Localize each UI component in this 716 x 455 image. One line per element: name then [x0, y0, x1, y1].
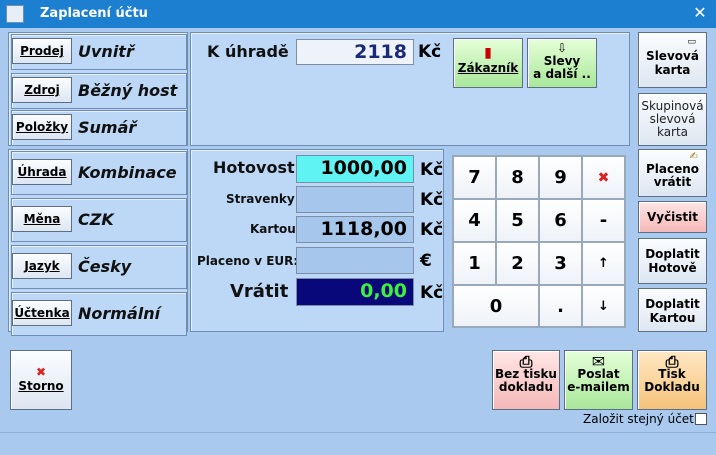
- left-button-0[interactable]: Prodej: [12, 38, 72, 64]
- minus-key[interactable]: -: [582, 199, 625, 242]
- send-email-button[interactable]: ✉ Poslat e-mailem: [564, 350, 633, 410]
- cash-label: Hotovost: [213, 158, 295, 177]
- to-pay-label: K úhradě: [207, 42, 289, 61]
- key-9[interactable]: 9: [539, 156, 582, 199]
- status-divider: [0, 432, 716, 433]
- card-currency: Kč: [420, 220, 444, 240]
- arrow-down-icon: ⇩: [556, 41, 568, 55]
- meal-voucher-label: Stravenky: [226, 192, 295, 206]
- card-field[interactable]: 1118,00: [296, 216, 414, 243]
- customer-icon: ▮: [484, 45, 492, 61]
- eur-label: Placeno v EUR:: [197, 254, 299, 268]
- clear-button[interactable]: Vyčistit: [638, 201, 707, 233]
- down-arrow-key[interactable]: ↓: [582, 285, 625, 327]
- close-icon[interactable]: ✕: [690, 3, 710, 22]
- pay-remaining-card-button[interactable]: Doplatit Kartou: [638, 288, 707, 332]
- return-field: 0,00: [296, 278, 414, 306]
- same-account-checkbox[interactable]: [695, 413, 707, 425]
- customer-button[interactable]: ▮ Zákazník: [453, 38, 523, 88]
- left-value-0: Uvnitř: [78, 42, 134, 61]
- left-value-5: Česky: [78, 257, 132, 276]
- left-button-3[interactable]: Úhrada: [12, 159, 72, 185]
- x-icon: ✖: [597, 169, 610, 186]
- title-bar: Zaplacení účtu ✕: [0, 0, 716, 28]
- left-value-3: Kombinace: [78, 163, 177, 182]
- key-7[interactable]: 7: [453, 156, 496, 199]
- x-icon: ✖: [35, 365, 47, 379]
- same-account-label: Založit stejný účet: [583, 412, 694, 426]
- to-pay-field: 2118: [296, 39, 414, 65]
- delete-key[interactable]: ✖: [582, 156, 625, 199]
- left-value-1: Běžný host: [78, 81, 178, 100]
- left-button-6[interactable]: Účtenka: [12, 300, 72, 326]
- key-5[interactable]: 5: [496, 199, 539, 242]
- decimal-key[interactable]: .: [539, 285, 582, 327]
- card-icon: ▭: [687, 37, 696, 47]
- left-button-1[interactable]: Zdroj: [12, 77, 72, 103]
- pay-remaining-cash-button[interactable]: Doplatit Hotově: [638, 238, 707, 284]
- print-receipt-button[interactable]: ⎙ Tisk Dokladu: [637, 350, 707, 410]
- discounts-button[interactable]: ⇩ Slevy a další ..: [527, 38, 597, 88]
- key-6[interactable]: 6: [539, 199, 582, 242]
- euro-symbol: €: [420, 251, 432, 271]
- paid-back-button[interactable]: ✍ Placeno vrátit: [638, 149, 707, 197]
- up-arrow-key[interactable]: ↑: [582, 242, 625, 285]
- meal-currency: Kč: [420, 190, 444, 210]
- storno-button[interactable]: ✖ Storno: [10, 350, 72, 410]
- card-label: Kartou: [250, 222, 296, 236]
- discount-card-button[interactable]: ▭ Slevová karta: [638, 32, 707, 88]
- key-4[interactable]: 4: [453, 199, 496, 242]
- no-print-button[interactable]: ⎙ Bez tisku dokladu: [492, 350, 560, 410]
- key-0[interactable]: 0: [453, 285, 539, 327]
- eur-field[interactable]: [296, 247, 414, 274]
- key-3[interactable]: 3: [539, 242, 582, 285]
- left-button-4[interactable]: Měna: [12, 206, 72, 232]
- window-title: Zaplacení účtu: [40, 6, 148, 21]
- left-value-6: Normální: [78, 304, 161, 323]
- key-1[interactable]: 1: [453, 242, 496, 285]
- currency-label: Kč: [418, 42, 442, 62]
- cash-field[interactable]: 1000,00: [296, 155, 414, 183]
- return-currency: Kč: [420, 283, 444, 303]
- app-icon: [6, 5, 24, 23]
- return-label: Vrátit: [230, 281, 289, 302]
- key-2[interactable]: 2: [496, 242, 539, 285]
- cash-currency: Kč: [420, 160, 444, 180]
- left-button-5[interactable]: Jazyk: [12, 253, 72, 279]
- left-value-2: Sumář: [78, 118, 137, 137]
- group-discount-card-button[interactable]: Skupinová slevová karta: [638, 93, 707, 146]
- key-8[interactable]: 8: [496, 156, 539, 199]
- meal-voucher-field[interactable]: [296, 186, 414, 213]
- left-value-4: CZK: [78, 210, 114, 229]
- left-button-2[interactable]: Položky: [12, 114, 72, 140]
